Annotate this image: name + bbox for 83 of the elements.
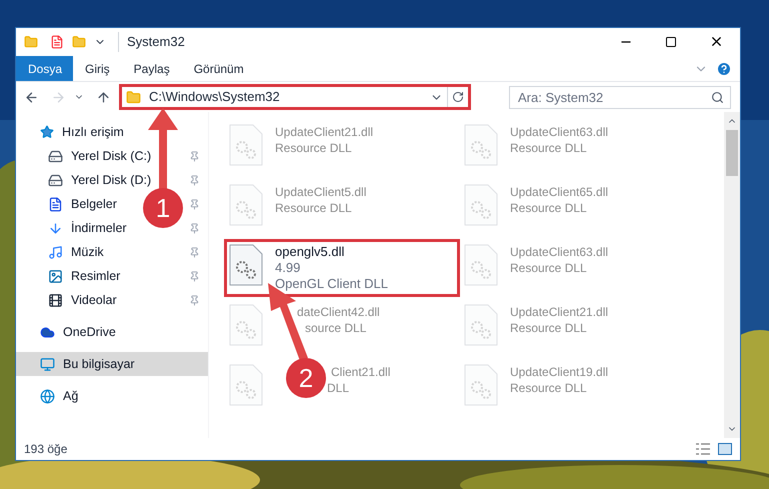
file-name: dateClient42.dll	[297, 304, 380, 320]
sidebar-item[interactable]: Müzik	[71, 242, 104, 262]
pin-icon[interactable]	[189, 174, 200, 186]
sidebar-item[interactable]: Belgeler	[71, 194, 117, 214]
pin-icon[interactable]	[189, 294, 200, 306]
refresh-icon[interactable]	[452, 91, 464, 103]
file-gears-icon	[464, 124, 498, 166]
file-name: UpdateClient21.dll	[275, 124, 374, 140]
ribbon-tab[interactable]: Dosya	[16, 56, 73, 81]
file-name: Client21.dll	[331, 364, 390, 380]
file-name: UpdateClient65.dll	[510, 184, 608, 200]
file-gears-icon	[464, 364, 498, 406]
image-icon	[48, 268, 63, 284]
scrollbar[interactable]	[724, 112, 740, 438]
scrollbar-thumb[interactable]	[726, 130, 738, 176]
sidebar-item[interactable]: İndirmeler	[71, 218, 127, 238]
help-icon[interactable]	[716, 60, 732, 76]
pin-icon[interactable]	[189, 198, 200, 210]
sidebar-item[interactable]: Hızlı erişim	[16, 120, 208, 144]
download-icon	[48, 220, 63, 236]
details-view-icon[interactable]	[696, 443, 710, 455]
music-note-icon	[48, 244, 63, 260]
file-description: Resource DLL	[510, 320, 588, 336]
folder-icon	[126, 90, 141, 104]
file-description: Resource DLL	[510, 380, 588, 396]
maximize-icon[interactable]	[665, 36, 677, 48]
file-description: source DLL	[305, 320, 368, 336]
file-description: Resource DLL	[275, 200, 353, 216]
file-gears-icon	[229, 184, 263, 226]
file-name: UpdateClient5.dll	[275, 184, 366, 200]
file-description: Resource DLL	[510, 200, 588, 216]
file-name: UpdateClient19.dll	[510, 364, 608, 380]
file-description: Resource DLL	[510, 140, 588, 156]
globe-icon	[40, 388, 55, 404]
search-icon[interactable]	[711, 90, 724, 104]
file-description: DLL	[327, 380, 350, 396]
cloud-icon	[40, 324, 55, 340]
sidebar-item[interactable]: Yerel Disk (C:)	[71, 146, 152, 166]
file-description: Resource DLL	[275, 140, 353, 156]
star-icon	[40, 125, 54, 139]
close-icon[interactable]	[709, 34, 724, 49]
file-gears-icon	[464, 244, 498, 286]
file-description: OpenGL Client DLL	[275, 276, 388, 292]
file-gears-icon	[464, 184, 498, 226]
file-version: 4.99	[275, 260, 302, 276]
pin-icon[interactable]	[189, 246, 200, 258]
sidebar-item[interactable]: Resimler	[71, 266, 120, 286]
document-icon	[48, 196, 63, 212]
search-field[interactable]: Ara: System32	[509, 86, 731, 108]
film-icon	[48, 292, 63, 308]
sidebar-item[interactable]: Videolar	[71, 290, 117, 310]
drive-icon	[48, 148, 63, 164]
sidebar-item[interactable]: OneDrive	[16, 320, 208, 344]
file-name: UpdateClient63.dll	[510, 244, 608, 260]
status-text: 193 öğe	[24, 441, 68, 458]
drive-icon	[48, 172, 63, 188]
file-gears-icon	[229, 124, 263, 166]
large-icons-view-icon[interactable]	[718, 443, 732, 455]
file-name: openglv5.dll	[275, 244, 346, 260]
file-name: UpdateClient21.dll	[510, 304, 608, 320]
file-name: UpdateClient63.dll	[510, 124, 608, 140]
sidebar-item[interactable]: Ağ	[16, 384, 208, 408]
file-gears-icon	[229, 364, 263, 406]
ribbon-tab[interactable]: Giriş	[73, 56, 122, 81]
file-description: Resource DLL	[510, 260, 588, 276]
pin-icon[interactable]	[189, 270, 200, 282]
back-icon[interactable]	[24, 90, 39, 104]
file-gears-icon	[229, 244, 263, 286]
sidebar-item[interactable]: Bu bilgisayar	[16, 352, 208, 376]
file-gears-icon	[229, 304, 263, 346]
ribbon-tab[interactable]: Görünüm	[182, 56, 256, 81]
window-title: System32	[118, 32, 185, 52]
ribbon-tab[interactable]: Paylaş	[122, 56, 182, 81]
file-gears-icon	[464, 304, 498, 346]
monitor-icon	[40, 356, 55, 372]
pin-icon[interactable]	[189, 150, 200, 162]
address-path: C:\Windows\System32	[149, 88, 280, 106]
pin-icon[interactable]	[189, 222, 200, 234]
properties-icon[interactable]	[50, 35, 64, 49]
highlighted-file-item[interactable]: openglv5.dll 4.99 OpenGL Client DLL	[229, 244, 455, 292]
sidebar-item[interactable]: Yerel Disk (D:)	[71, 170, 152, 190]
up-icon[interactable]	[96, 90, 111, 104]
address-bar[interactable]: C:\Windows\System32	[119, 84, 471, 110]
